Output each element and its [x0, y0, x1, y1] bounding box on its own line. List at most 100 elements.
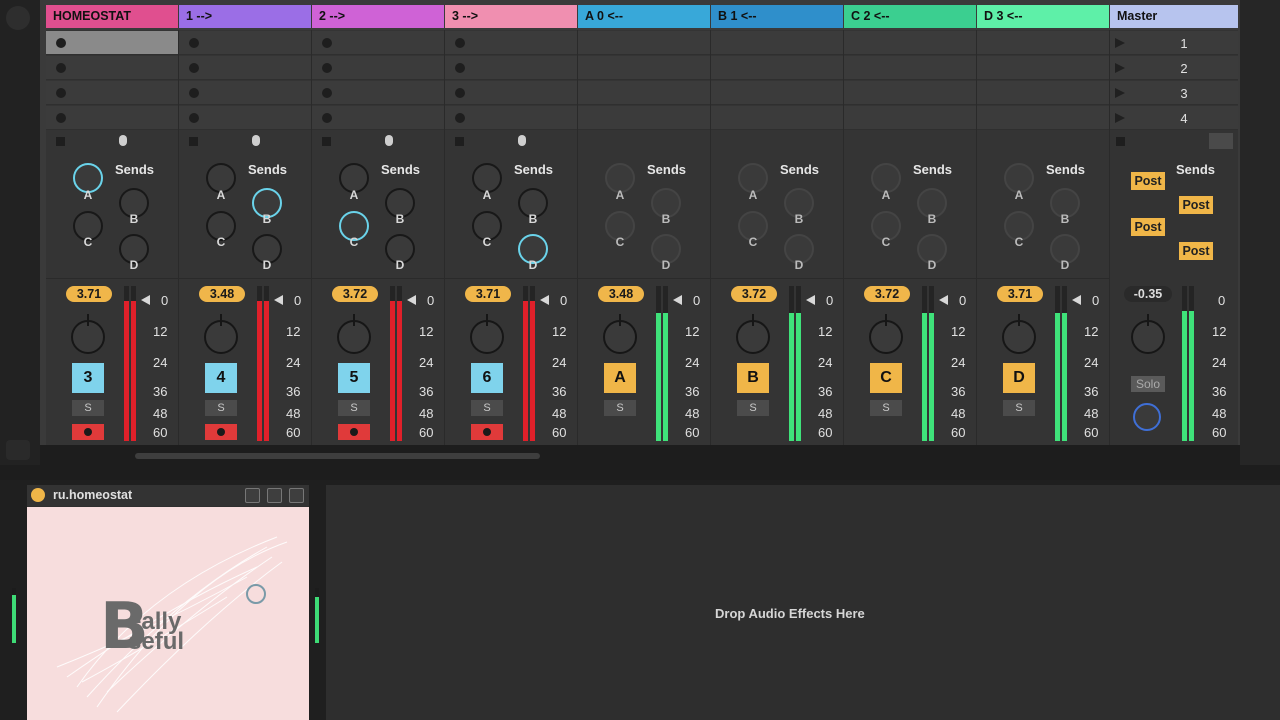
clip-slot[interactable]	[578, 31, 710, 55]
solo-button[interactable]: S	[205, 400, 237, 416]
track-header[interactable]: 2 -->	[312, 5, 444, 28]
clip-stop-icon[interactable]	[189, 113, 199, 123]
clip-slot[interactable]	[711, 81, 843, 105]
clip-stop-icon[interactable]	[322, 88, 332, 98]
master-header[interactable]: Master	[1110, 5, 1238, 28]
volume-value[interactable]: 3.71	[465, 286, 511, 302]
scene-launch-icon[interactable]	[1115, 63, 1125, 73]
clip-slot[interactable]	[977, 31, 1109, 55]
track-activator-button[interactable]: 6	[471, 363, 503, 393]
device-refresh-icon[interactable]	[267, 488, 282, 503]
clip-stop-icon[interactable]	[455, 113, 465, 123]
track-header[interactable]: C 2 <--	[844, 5, 976, 28]
clip-stop-icon[interactable]	[56, 113, 66, 123]
clip-slot[interactable]	[711, 56, 843, 80]
clip-stop-icon[interactable]	[322, 63, 332, 73]
track-header[interactable]: B 1 <--	[711, 5, 843, 28]
clip-slot[interactable]	[977, 56, 1109, 80]
clip-slot[interactable]	[844, 56, 976, 80]
clip-stop-icon[interactable]	[56, 38, 66, 48]
track-activator-button[interactable]: 3	[72, 363, 104, 393]
arm-monitor-mic-icon[interactable]	[252, 135, 260, 146]
volume-value[interactable]: 3.48	[598, 286, 644, 302]
arm-button[interactable]	[72, 424, 104, 440]
clip-stop-icon[interactable]	[56, 63, 66, 73]
track-activator-button[interactable]: C	[870, 363, 902, 393]
arm-button[interactable]	[471, 424, 503, 440]
scene-launch-icon[interactable]	[1115, 88, 1125, 98]
solo-button[interactable]: S	[1003, 400, 1035, 416]
track-header[interactable]: A 0 <--	[578, 5, 710, 28]
solo-button[interactable]: S	[870, 400, 902, 416]
cue-solo-button[interactable]: Solo	[1131, 376, 1165, 392]
stop-clips-icon[interactable]	[322, 137, 331, 146]
arm-button[interactable]	[338, 424, 370, 440]
clip-slot[interactable]	[977, 106, 1109, 130]
track-activator-button[interactable]: 4	[205, 363, 237, 393]
track-activator-button[interactable]: B	[737, 363, 769, 393]
volume-value[interactable]: 3.72	[731, 286, 777, 302]
solo-button[interactable]: S	[604, 400, 636, 416]
live-logo-icon[interactable]	[6, 6, 30, 30]
arm-monitor-mic-icon[interactable]	[518, 135, 526, 146]
track-activator-button[interactable]: A	[604, 363, 636, 393]
device-knob[interactable]	[246, 584, 266, 604]
stop-clips-icon[interactable]	[189, 137, 198, 146]
link-icon[interactable]	[6, 440, 30, 460]
track-activator-button[interactable]: 5	[338, 363, 370, 393]
track-header[interactable]: 3 -->	[445, 5, 577, 28]
solo-button[interactable]: S	[737, 400, 769, 416]
volume-value[interactable]: 3.72	[864, 286, 910, 302]
post-toggle-a[interactable]: Post	[1131, 172, 1165, 190]
device-edit-icon[interactable]	[245, 488, 260, 503]
clip-slot[interactable]	[578, 106, 710, 130]
volume-value[interactable]: 3.71	[997, 286, 1043, 302]
solo-button[interactable]: S	[471, 400, 503, 416]
volume-value[interactable]: 3.48	[199, 286, 245, 302]
clip-stop-icon[interactable]	[455, 63, 465, 73]
clip-stop-icon[interactable]	[322, 113, 332, 123]
clip-slot[interactable]	[711, 31, 843, 55]
solo-button[interactable]: S	[72, 400, 104, 416]
track-header[interactable]: HOMEOSTAT	[46, 5, 178, 28]
clip-stop-icon[interactable]	[322, 38, 332, 48]
scene-launch-icon[interactable]	[1115, 38, 1125, 48]
clip-slot[interactable]	[844, 81, 976, 105]
post-toggle-d[interactable]: Post	[1179, 242, 1213, 260]
track-activator-button[interactable]: D	[1003, 363, 1035, 393]
clip-slot[interactable]	[711, 106, 843, 130]
post-toggle-b[interactable]: Post	[1179, 196, 1213, 214]
level-meter-fill	[1189, 311, 1194, 441]
scene-launch-icon[interactable]	[1115, 113, 1125, 123]
clip-slot[interactable]	[578, 56, 710, 80]
audio-effects-drop-zone[interactable]	[326, 485, 1280, 720]
master-volume-value[interactable]: -0.35	[1124, 286, 1172, 302]
horizontal-scrollbar[interactable]	[135, 453, 540, 459]
clip-slot[interactable]	[844, 31, 976, 55]
arm-monitor-mic-icon[interactable]	[385, 135, 393, 146]
track-header[interactable]: 1 -->	[179, 5, 311, 28]
clip-stop-icon[interactable]	[189, 38, 199, 48]
follow-icon[interactable]	[1209, 133, 1233, 149]
stop-clips-icon[interactable]	[56, 137, 65, 146]
stop-clips-icon[interactable]	[455, 137, 464, 146]
clip-stop-icon[interactable]	[56, 88, 66, 98]
post-toggle-c[interactable]: Post	[1131, 218, 1165, 236]
arm-monitor-mic-icon[interactable]	[119, 135, 127, 146]
cue-volume-knob[interactable]	[1133, 403, 1161, 431]
volume-value[interactable]: 3.72	[332, 286, 378, 302]
clip-slot[interactable]	[977, 81, 1109, 105]
device-save-icon[interactable]	[289, 488, 304, 503]
arm-button[interactable]	[205, 424, 237, 440]
stop-all-clips-icon[interactable]	[1116, 137, 1125, 146]
clip-stop-icon[interactable]	[455, 88, 465, 98]
clip-slot[interactable]	[844, 106, 976, 130]
clip-stop-icon[interactable]	[189, 88, 199, 98]
clip-stop-icon[interactable]	[189, 63, 199, 73]
clip-slot[interactable]	[578, 81, 710, 105]
track-header[interactable]: D 3 <--	[977, 5, 1109, 28]
device-power-icon[interactable]	[31, 488, 45, 502]
solo-button[interactable]: S	[338, 400, 370, 416]
clip-stop-icon[interactable]	[455, 38, 465, 48]
volume-value[interactable]: 3.71	[66, 286, 112, 302]
